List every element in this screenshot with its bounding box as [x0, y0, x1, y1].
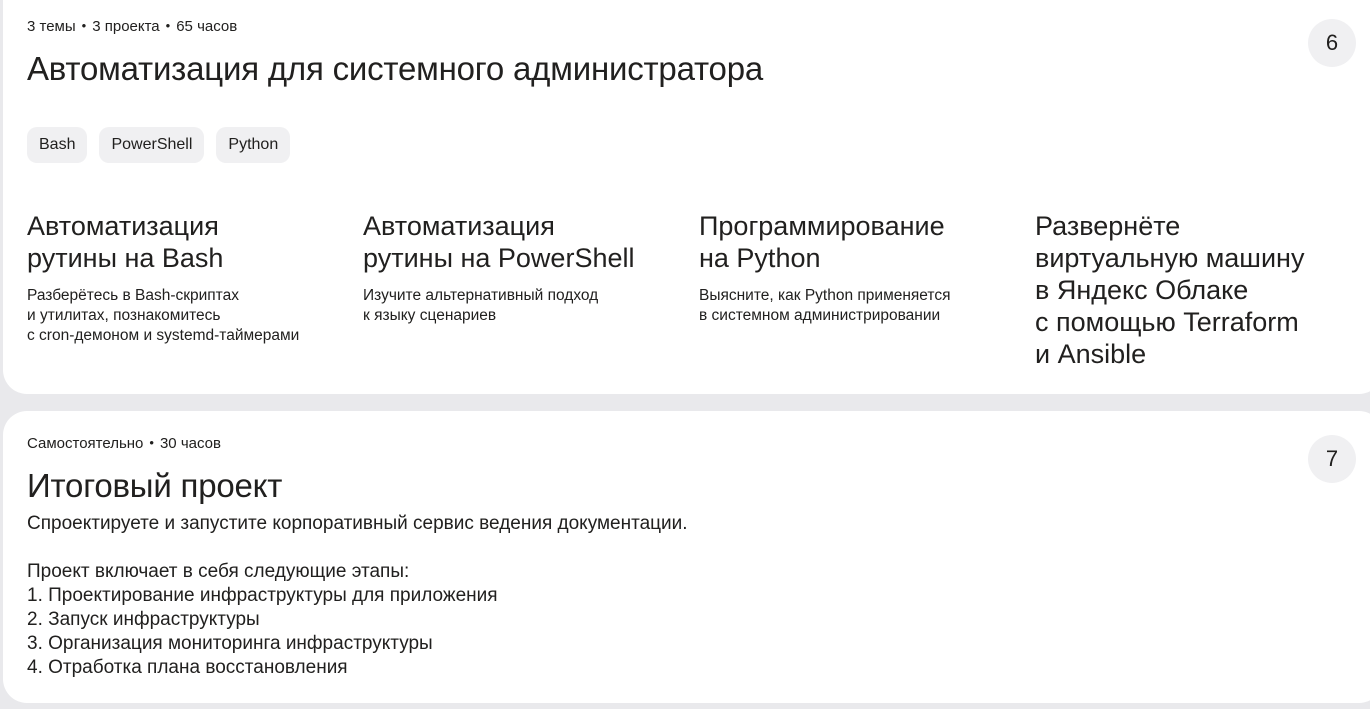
meta-separator: • [81, 18, 87, 33]
topic-description: Разберётесь в Bash-скриптах и утилитах, … [27, 287, 300, 344]
meta-topics: 3 темы [27, 18, 76, 35]
module-meta: 3 темы • 3 проекта • 65 часов [27, 18, 237, 35]
meta-hours: 30 часов [159, 435, 221, 452]
tag-bash: Bash [27, 127, 88, 163]
module-meta: Самостоятельно • 30 часов [27, 435, 221, 452]
topic-bash: Автоматизация рутины на Bash Разберётесь… [27, 210, 337, 346]
skill-tags: Bash PowerShell Python [27, 127, 291, 163]
topic-title: Автоматизация рутины на Bash [27, 211, 224, 273]
topic-title: Программирование на Python [699, 211, 945, 273]
module-card-7: Самостоятельно • 30 часов 7 Итоговый про… [3, 411, 1370, 703]
topic-title: Автоматизация рутины на PowerShell [363, 211, 635, 273]
meta-format: Самостоятельно [27, 435, 144, 452]
tag-python: Python [216, 127, 291, 163]
module-title: Автоматизация для системного администрат… [27, 50, 763, 87]
tag-powershell: PowerShell [99, 127, 205, 163]
module-description: Спроектируете и запустите корпоративный … [27, 513, 688, 678]
meta-projects: 3 проекта [92, 18, 160, 35]
meta-hours: 65 часов [176, 18, 238, 35]
topic-description: Выясните, как Python применяется в систе… [699, 287, 951, 324]
project-terraform: Развернёте виртуальную машину в Яндекс О… [1035, 210, 1345, 370]
meta-separator: • [165, 18, 171, 33]
module-card-6: 3 темы • 3 проекта • 65 часов 6 Автомати… [3, 0, 1370, 394]
module-number-badge: 6 [1308, 19, 1356, 67]
module-number-badge: 7 [1308, 435, 1356, 483]
meta-separator: • [149, 435, 154, 450]
project-title: Развернёте виртуальную машину в Яндекс О… [1035, 211, 1305, 369]
module-title: Итоговый проект [27, 467, 283, 504]
topic-python: Программирование на Python Выясните, как… [699, 210, 1009, 326]
topic-powershell: Автоматизация рутины на PowerShell Изучи… [363, 210, 673, 326]
topic-description: Изучите альтернативный подход к языку сц… [363, 287, 599, 324]
